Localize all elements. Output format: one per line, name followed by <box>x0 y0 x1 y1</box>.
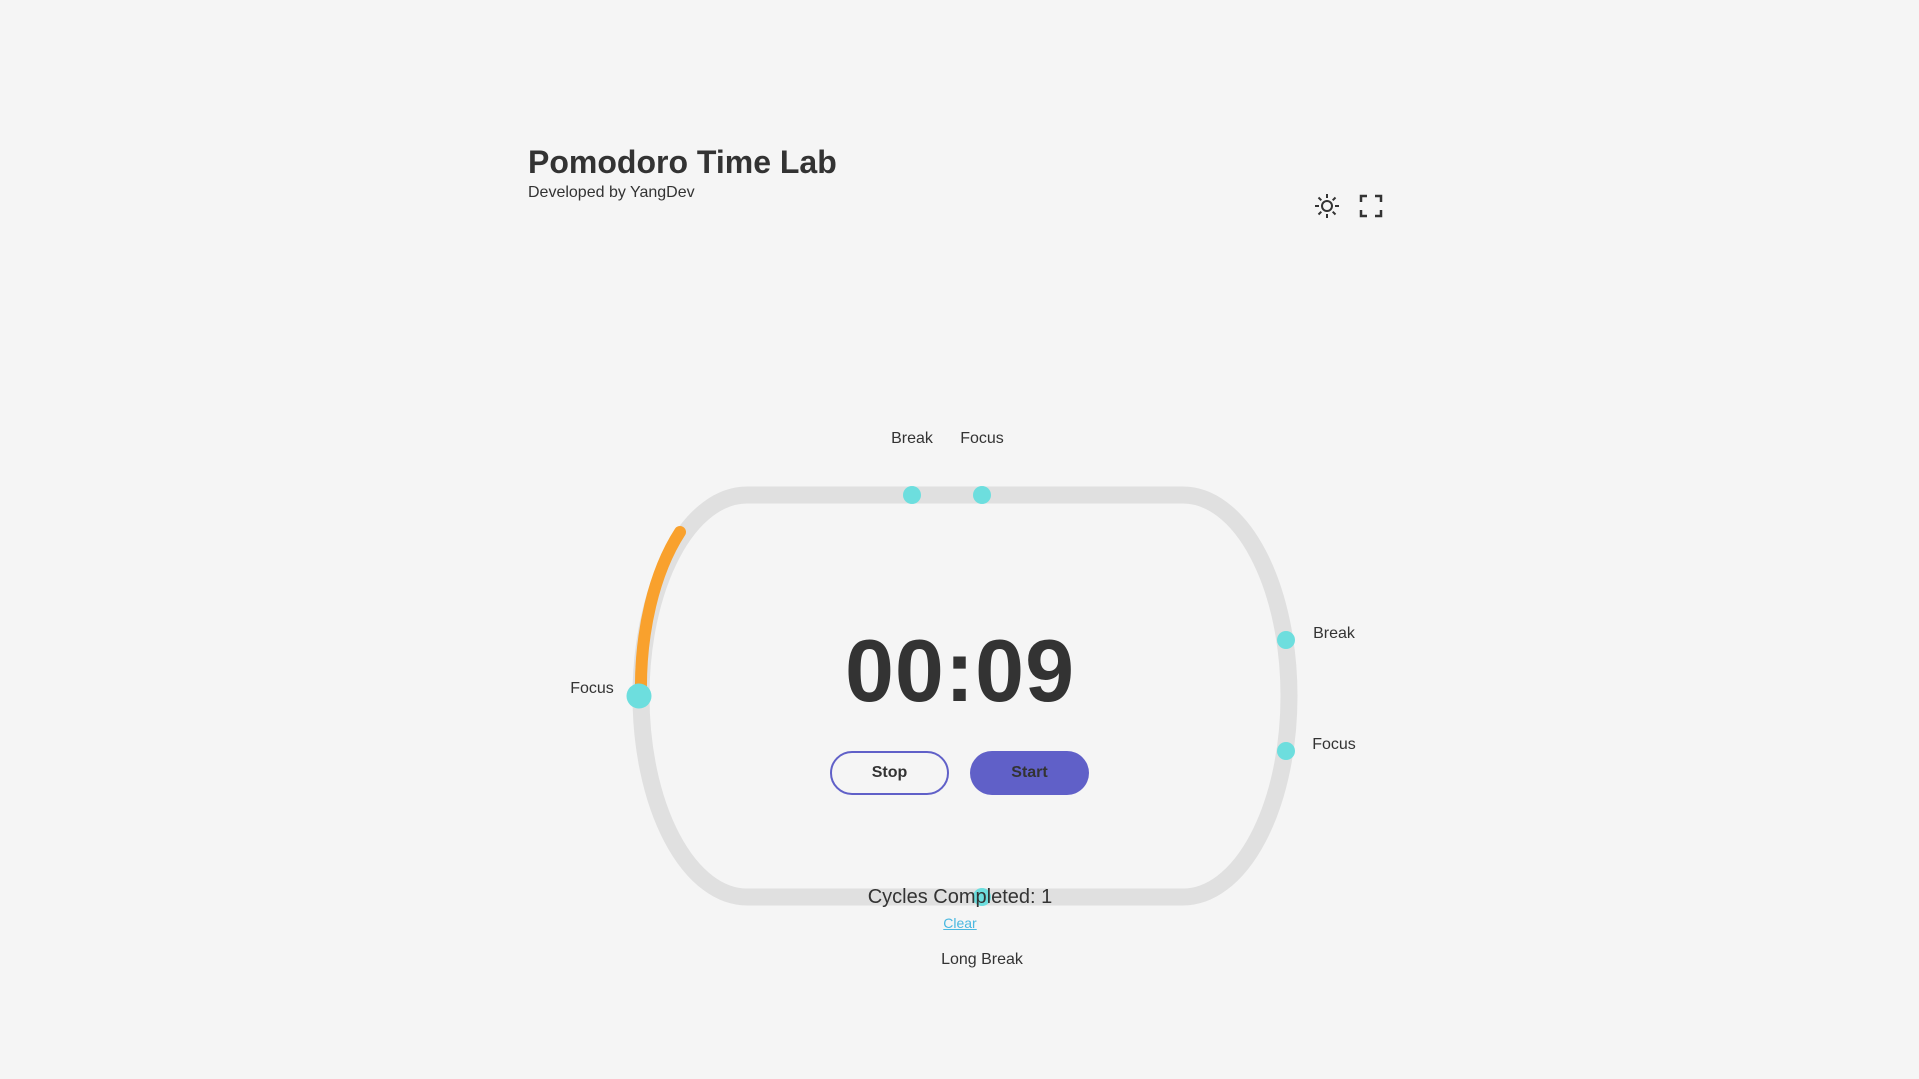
marker-label: Focus <box>1312 736 1356 753</box>
marker-dot-focus[interactable] <box>1277 742 1295 760</box>
marker-label: Focus <box>960 430 1004 447</box>
marker-dot-focus[interactable] <box>973 486 991 504</box>
marker-label: Long Break <box>941 951 1024 968</box>
marker-dot-break[interactable] <box>903 486 921 504</box>
marker-dot-break[interactable] <box>1277 631 1295 649</box>
marker-label: Break <box>1313 625 1356 642</box>
marker-label: Focus <box>570 680 614 697</box>
stop-button[interactable]: Stop <box>830 751 949 795</box>
clear-link[interactable]: Clear <box>910 915 1010 931</box>
marker-dot-focus-active[interactable] <box>626 683 652 709</box>
marker-label: Break <box>891 430 934 447</box>
timer-display: 00:09 <box>844 621 1076 720</box>
start-button[interactable]: Start <box>970 751 1089 795</box>
cycles-completed: Cycles Completed: 1 <box>867 886 1053 908</box>
